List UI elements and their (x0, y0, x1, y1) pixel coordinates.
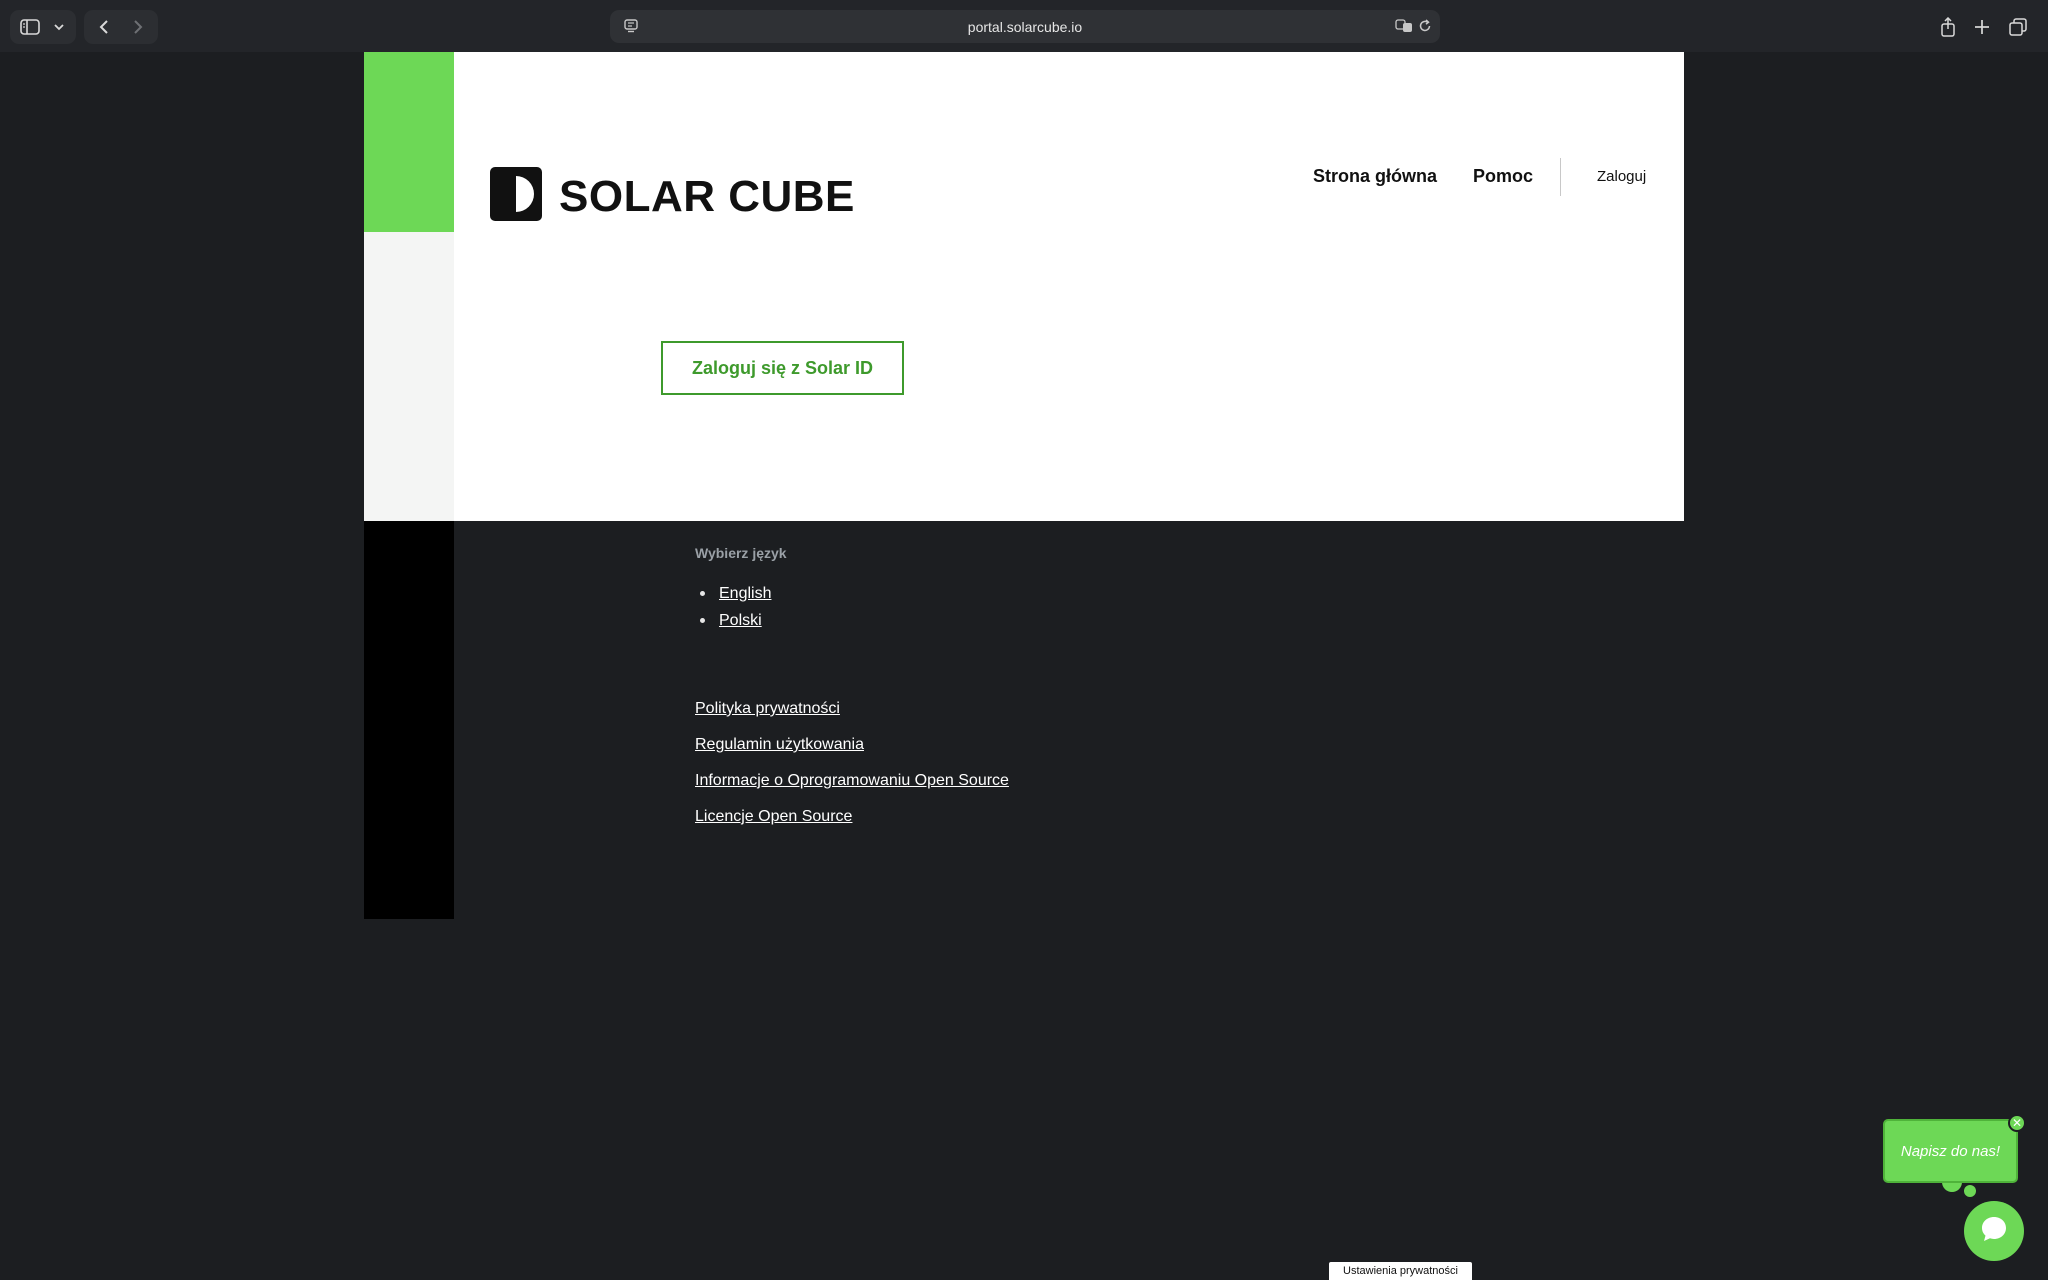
nav-login-link[interactable]: Zaloguj (1597, 168, 1646, 185)
nav-divider (1560, 158, 1561, 196)
site-settings-icon[interactable] (624, 19, 640, 38)
language-item: Polski (700, 607, 771, 634)
forward-icon[interactable] (124, 12, 152, 42)
language-list: English Polski (700, 580, 771, 634)
close-icon[interactable]: ✕ (2008, 1114, 2026, 1132)
brand-green-accent (364, 52, 454, 232)
grey-accent (364, 232, 454, 521)
open-source-info-link[interactable]: Informacje o Oprogramowaniu Open Source (695, 769, 1009, 805)
chat-open-button[interactable] (1964, 1201, 2024, 1261)
solar-cube-logo-icon (489, 166, 543, 227)
terms-of-use-link[interactable]: Regulamin użytkowania (695, 733, 1009, 769)
black-accent (364, 521, 454, 919)
chevron-down-icon[interactable] (48, 12, 70, 42)
footer-links: Polityka prywatności Regulamin użytkowan… (695, 697, 1009, 841)
chat-icon (1979, 1214, 2009, 1249)
nav-home-link[interactable]: Strona główna (1313, 166, 1437, 187)
back-icon[interactable] (90, 12, 118, 42)
language-link-english[interactable]: English (719, 585, 771, 603)
address-bar[interactable]: portal.solarcube.io (610, 10, 1440, 43)
privacy-policy-link[interactable]: Polityka prywatności (695, 697, 1009, 733)
language-picker-title: Wybierz język (695, 545, 787, 561)
open-source-licenses-link[interactable]: Licencje Open Source (695, 805, 1009, 841)
privacy-settings-button[interactable]: Ustawienia prywatności (1329, 1262, 1472, 1280)
nav-help-link[interactable]: Pomoc (1473, 166, 1533, 187)
page-header-area (364, 52, 1684, 521)
translate-icon[interactable] (1395, 19, 1413, 38)
language-item: English (700, 580, 771, 607)
url-text: portal.solarcube.io (967, 18, 1083, 35)
new-tab-icon[interactable] (1968, 12, 1996, 42)
bullet-icon (700, 618, 705, 623)
solar-cube-logo[interactable]: SOLAR CUBE (489, 166, 855, 227)
share-icon[interactable] (1934, 12, 1962, 42)
language-link-polski[interactable]: Polski (719, 612, 762, 630)
main-nav: Strona główna Pomoc (1313, 166, 1533, 187)
bullet-icon (700, 591, 705, 596)
tabs-overview-icon[interactable] (2004, 12, 2032, 42)
account-nav: Zaloguj (1597, 168, 1646, 185)
reload-icon[interactable] (1418, 19, 1432, 38)
solar-id-login-button[interactable]: Zaloguj się z Solar ID (661, 341, 904, 395)
browser-toolbar: portal.solarcube.io (0, 0, 2048, 52)
sidebar-icon[interactable] (16, 12, 44, 42)
chat-bubble-dot (1964, 1185, 1976, 1197)
chat-prompt-bubble[interactable]: Napisz do nas! (1883, 1119, 2018, 1183)
logo-text: SOLAR CUBE (559, 171, 855, 221)
